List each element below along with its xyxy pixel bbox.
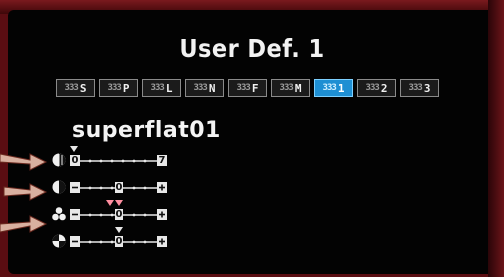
contrast-slider[interactable]: 0 bbox=[51, 179, 181, 197]
min-label: 0 bbox=[70, 155, 80, 166]
saturation-icon bbox=[52, 207, 66, 221]
tab-label: 3 bbox=[423, 81, 431, 95]
arrow-icon bbox=[0, 153, 48, 171]
minus-icon bbox=[70, 209, 80, 220]
tab-user-def-3[interactable]: 333 3 bbox=[400, 79, 439, 97]
sharpness-slider[interactable]: 0 7 bbox=[51, 146, 181, 170]
plus-icon bbox=[157, 182, 167, 193]
page-title: User Def. 1 bbox=[179, 34, 325, 63]
annotation-arrows bbox=[0, 153, 48, 233]
tab-label: 1 bbox=[337, 81, 345, 95]
level-pointer bbox=[115, 200, 123, 206]
color-tone-slider[interactable]: 0 bbox=[51, 227, 181, 251]
center-label: 0 bbox=[115, 182, 123, 193]
style-icon: 333 bbox=[107, 83, 122, 93]
tab-faithful[interactable]: 333 F bbox=[228, 79, 267, 97]
tab-neutral[interactable]: 333 N bbox=[185, 79, 224, 97]
style-name: superflat01 bbox=[72, 118, 221, 143]
style-icon: 333 bbox=[365, 83, 380, 93]
minus-icon bbox=[70, 236, 80, 247]
tab-monochrome[interactable]: 333 M bbox=[271, 79, 310, 97]
style-icon: 333 bbox=[322, 83, 337, 93]
contrast-icon bbox=[52, 180, 66, 194]
style-icon: 333 bbox=[279, 83, 294, 93]
tab-label: F bbox=[251, 81, 259, 95]
tab-label: N bbox=[208, 81, 216, 95]
tab-user-def-2[interactable]: 333 2 bbox=[357, 79, 396, 97]
color-tone-icon bbox=[52, 234, 66, 248]
plus-icon bbox=[157, 236, 167, 247]
max-label: 7 bbox=[157, 155, 167, 166]
sharpness-icon bbox=[52, 153, 66, 167]
center-label: 0 bbox=[115, 209, 123, 220]
level-pointer bbox=[106, 200, 114, 206]
tab-label: L bbox=[165, 81, 173, 95]
tab-label: 2 bbox=[380, 81, 388, 95]
minus-icon bbox=[70, 182, 80, 193]
camera-bezel-right bbox=[488, 0, 504, 277]
arrow-icon bbox=[3, 183, 48, 201]
center-label: 0 bbox=[115, 236, 123, 247]
tab-user-def-1[interactable]: 333 1 bbox=[314, 79, 353, 97]
arrow-icon bbox=[0, 215, 48, 233]
tab-portrait[interactable]: 333 P bbox=[99, 79, 138, 97]
level-pointer bbox=[70, 146, 78, 152]
level-pointer bbox=[115, 227, 123, 233]
style-icon: 333 bbox=[193, 83, 208, 93]
tab-label: P bbox=[122, 81, 130, 95]
picture-style-tabs: 333 S 333 P 333 L 333 N 333 F 333 M 333 1 333 2 … bbox=[56, 79, 439, 99]
style-icon: 333 bbox=[150, 83, 165, 93]
style-icon: 333 bbox=[408, 83, 423, 93]
plus-icon bbox=[157, 209, 167, 220]
level-scale bbox=[80, 159, 158, 163]
style-icon: 333 bbox=[236, 83, 251, 93]
tab-landscape[interactable]: 333 L bbox=[142, 79, 181, 97]
tab-label: S bbox=[79, 81, 87, 95]
saturation-slider[interactable]: 0 bbox=[51, 200, 181, 224]
tab-standard[interactable]: 333 S bbox=[56, 79, 95, 97]
style-icon: 333 bbox=[64, 83, 79, 93]
tab-label: M bbox=[294, 81, 302, 95]
